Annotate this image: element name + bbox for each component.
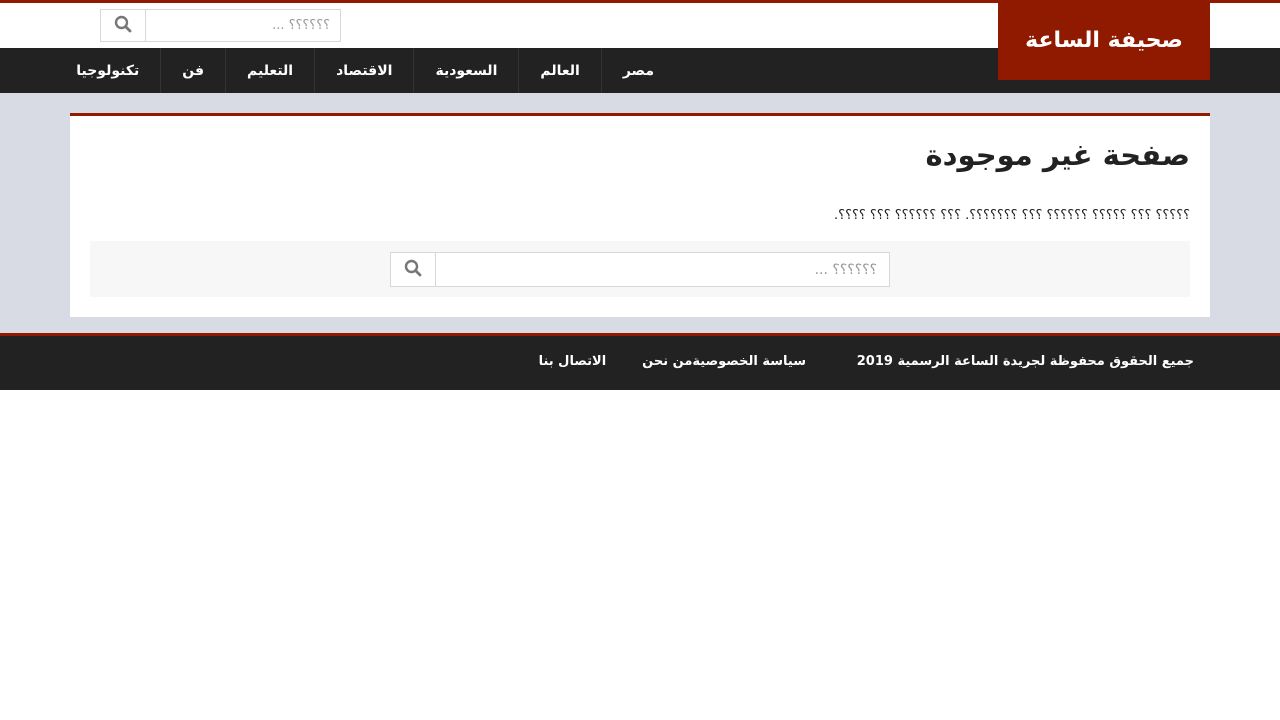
search-panel bbox=[90, 241, 1190, 297]
main-search-input[interactable] bbox=[436, 253, 889, 286]
footer-link-privacy[interactable]: سياسة الخصوصية bbox=[692, 354, 806, 369]
nav-item-art[interactable]: فن bbox=[160, 48, 225, 93]
not-found-card: صفحة غير موجودة ؟؟؟؟؟ ؟؟؟ ؟؟؟؟؟ ؟؟؟؟؟؟ ؟… bbox=[70, 113, 1210, 317]
nav-item-world[interactable]: العالم bbox=[518, 48, 600, 93]
page-title: صفحة غير موجودة bbox=[925, 138, 1190, 172]
footer-link-contact[interactable]: الاتصال بنا bbox=[539, 354, 607, 369]
nav-item-education[interactable]: التعليم bbox=[225, 48, 314, 93]
not-found-message: ؟؟؟؟؟ ؟؟؟ ؟؟؟؟؟ ؟؟؟؟؟؟ ؟؟؟ ؟؟؟؟؟؟؟. ؟؟؟ … bbox=[834, 208, 1190, 223]
header-search-button[interactable] bbox=[101, 10, 146, 41]
copyright-text: جميع الحقوق محفوظة لجريدة الساعة الرسمية… bbox=[856, 354, 1194, 369]
nav-item-economy[interactable]: الاقتصاد bbox=[314, 48, 413, 93]
nav-item-egypt[interactable]: مصر bbox=[600, 48, 675, 93]
footer-link-about[interactable]: من نحن bbox=[642, 354, 692, 369]
search-icon bbox=[404, 259, 422, 281]
nav-item-technology[interactable]: تكنولوجيا bbox=[55, 48, 160, 93]
nav-item-saudi[interactable]: السعودية bbox=[413, 48, 518, 93]
main-search-button[interactable] bbox=[391, 253, 436, 286]
footer-links: سياسة الخصوصية من نحن الاتصال بنا bbox=[503, 354, 806, 369]
search-icon bbox=[114, 15, 132, 37]
footer: جميع الحقوق محفوظة لجريدة الساعة الرسمية… bbox=[0, 336, 1280, 390]
header-search bbox=[100, 9, 341, 42]
main-search bbox=[390, 252, 890, 287]
site-logo-text: صحيفة الساعة bbox=[1025, 27, 1183, 53]
header-search-input[interactable] bbox=[146, 10, 340, 41]
site-logo[interactable]: صحيفة الساعة bbox=[998, 0, 1210, 80]
